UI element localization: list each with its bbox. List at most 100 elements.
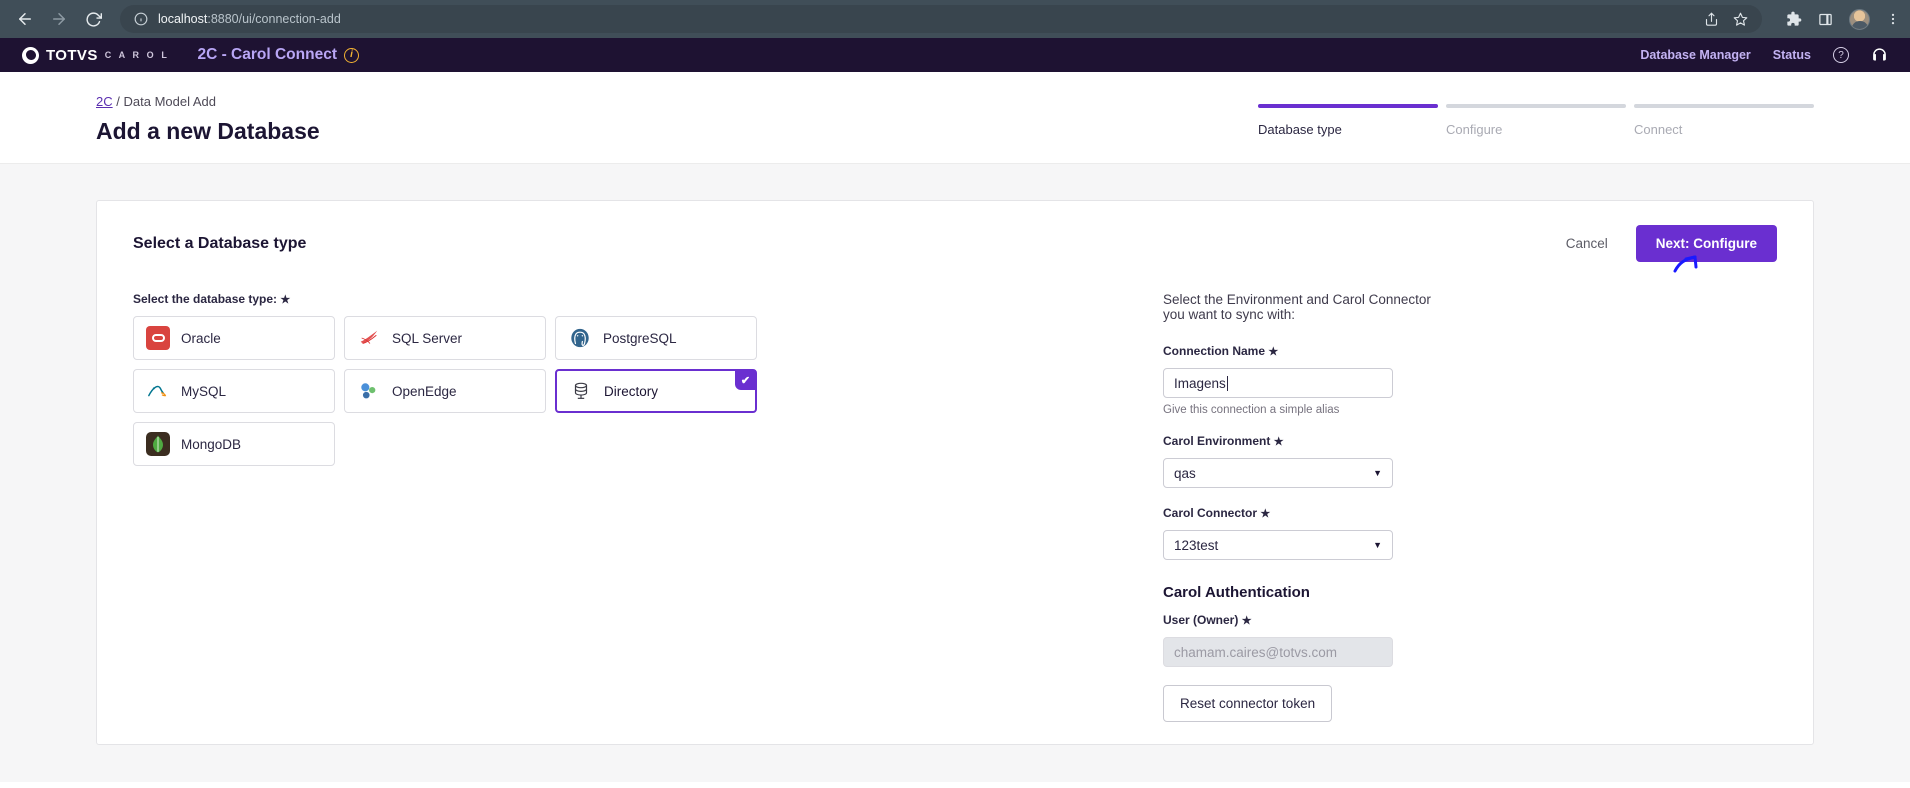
puzzle-icon[interactable] bbox=[1786, 11, 1802, 27]
carol-environment-label: Carol Environment ★ bbox=[1163, 434, 1443, 448]
database-type-card: Select a Database type Cancel Next: Conf… bbox=[96, 200, 1814, 745]
star-icon[interactable] bbox=[1733, 12, 1748, 27]
check-icon: ✔ bbox=[735, 370, 756, 390]
step-database-type[interactable]: Database type bbox=[1258, 104, 1438, 137]
db-tile-directory[interactable]: Directory ✔ bbox=[555, 369, 757, 413]
share-icon[interactable] bbox=[1704, 12, 1719, 27]
db-tile-mongodb[interactable]: MongoDB bbox=[133, 422, 335, 466]
page-head: 2C / Data Model Add Add a new Database D… bbox=[0, 72, 1910, 164]
app-title-text: 2C - Carol Connect bbox=[197, 46, 337, 63]
tile-label: Directory bbox=[604, 383, 659, 399]
connection-name-hint: Give this connection a simple alias bbox=[1163, 404, 1340, 416]
connection-name-label: Connection Name ★ bbox=[1163, 344, 1443, 358]
required-mark: ★ bbox=[1241, 615, 1252, 627]
user-owner-label: User (Owner) ★ bbox=[1163, 613, 1443, 627]
carol-environment-value: qas bbox=[1174, 465, 1196, 481]
step-bar bbox=[1634, 104, 1814, 108]
db-tile-openedge[interactable]: OpenEdge bbox=[344, 369, 546, 413]
reload-icon[interactable] bbox=[78, 4, 108, 34]
mongodb-logo-icon bbox=[146, 432, 170, 456]
form-intro: Select the Environment and Carol Connect… bbox=[1163, 292, 1431, 322]
database-type-label-text: Select the database type: bbox=[133, 292, 278, 306]
user-owner-group: User (Owner) ★ chamam.caires@totvs.com bbox=[1163, 613, 1443, 667]
site-info-icon[interactable] bbox=[134, 12, 148, 26]
chevron-down-icon: ▼ bbox=[1373, 468, 1382, 478]
url-host: localhost bbox=[158, 12, 208, 26]
required-mark: ★ bbox=[1273, 436, 1284, 448]
url-text: localhost:8880/ui/connection-add bbox=[158, 12, 341, 26]
side-panel-icon[interactable] bbox=[1818, 12, 1833, 27]
back-arrow-icon[interactable] bbox=[10, 4, 40, 34]
forward-arrow-icon[interactable] bbox=[44, 4, 74, 34]
breadcrumb: 2C / Data Model Add bbox=[96, 94, 320, 109]
browser-toolbar: localhost:8880/ui/connection-add bbox=[0, 0, 1910, 38]
headset-icon[interactable] bbox=[1871, 47, 1888, 64]
question-mark-icon[interactable]: ? bbox=[1833, 47, 1849, 63]
database-type-label: Select the database type: ★ bbox=[133, 292, 963, 306]
openedge-logo-icon bbox=[357, 379, 381, 403]
breadcrumb-current: Data Model Add bbox=[123, 94, 217, 109]
next-configure-button[interactable]: Next: Configure bbox=[1635, 225, 1777, 262]
info-icon[interactable]: i bbox=[343, 47, 359, 63]
chevron-down-icon: ▼ bbox=[1373, 540, 1382, 550]
cancel-button[interactable]: Cancel bbox=[1560, 235, 1614, 252]
connection-name-value: Imagens bbox=[1174, 375, 1226, 391]
tile-label: OpenEdge bbox=[392, 383, 457, 399]
step-connect[interactable]: Connect bbox=[1634, 104, 1814, 137]
tile-label: MySQL bbox=[181, 383, 227, 399]
oracle-logo-icon bbox=[146, 326, 170, 350]
db-tile-sql-server[interactable]: SQL Server bbox=[344, 316, 546, 360]
app-title: 2C - Carol Connect i bbox=[197, 46, 359, 64]
totvs-mark-icon bbox=[22, 46, 39, 64]
page-body: Select a Database type Cancel Next: Conf… bbox=[0, 164, 1910, 782]
db-tile-oracle[interactable]: Oracle bbox=[133, 316, 335, 360]
tile-label: PostgreSQL bbox=[603, 330, 677, 346]
step-label: Database type bbox=[1258, 122, 1342, 137]
sqlserver-logo-icon bbox=[357, 326, 381, 350]
breadcrumb-separator: / bbox=[116, 94, 120, 109]
avatar[interactable] bbox=[1849, 8, 1870, 30]
directory-logo-icon bbox=[569, 379, 593, 403]
address-bar[interactable]: localhost:8880/ui/connection-add bbox=[120, 5, 1762, 33]
carol-connector-select[interactable]: 123test ▼ bbox=[1163, 530, 1393, 560]
tile-label: SQL Server bbox=[392, 330, 463, 346]
url-path: :8880/ui/connection-add bbox=[207, 12, 341, 26]
mysql-logo-icon bbox=[146, 379, 170, 403]
tile-label: Oracle bbox=[181, 330, 221, 346]
db-tile-mysql[interactable]: MySQL bbox=[133, 369, 335, 413]
card-title: Select a Database type bbox=[133, 234, 307, 252]
stepper: Database type Configure Connect bbox=[1258, 104, 1814, 137]
connection-name-input[interactable]: Imagens bbox=[1163, 368, 1393, 398]
brand-totvs-text: TOTVS bbox=[46, 46, 98, 64]
page-title: Add a new Database bbox=[96, 118, 320, 144]
carol-environment-select[interactable]: qas ▼ bbox=[1163, 458, 1393, 488]
nav-database-manager[interactable]: Database Manager bbox=[1640, 48, 1750, 62]
carol-environment-group: Carol Environment ★ qas ▼ bbox=[1163, 434, 1443, 488]
step-configure[interactable]: Configure bbox=[1446, 104, 1626, 137]
required-mark: ★ bbox=[1260, 508, 1271, 520]
text-caret bbox=[1226, 375, 1228, 391]
breadcrumb-link-2c[interactable]: 2C bbox=[96, 94, 113, 109]
user-owner-value: chamam.caires@totvs.com bbox=[1174, 644, 1337, 660]
three-dot-menu-icon[interactable] bbox=[1886, 12, 1900, 26]
carol-authentication-title: Carol Authentication bbox=[1163, 584, 1310, 601]
step-bar bbox=[1258, 104, 1438, 108]
carol-environment-label-text: Carol Environment bbox=[1163, 434, 1271, 448]
connection-form: Select the Environment and Carol Connect… bbox=[1163, 292, 1443, 722]
tile-label: MongoDB bbox=[181, 436, 242, 452]
db-tile-postgresql[interactable]: PostgreSQL bbox=[555, 316, 757, 360]
reset-connector-token-button[interactable]: Reset connector token bbox=[1163, 685, 1333, 722]
connection-name-label-text: Connection Name bbox=[1163, 344, 1266, 358]
carol-connector-label: Carol Connector ★ bbox=[1163, 506, 1443, 520]
totvs-carol-logo[interactable]: TOTVS C A R O L bbox=[22, 46, 169, 64]
database-type-tiles: Oracle SQL Server PostgreSQL MySQL OpenE… bbox=[133, 316, 963, 466]
user-owner-input: chamam.caires@totvs.com bbox=[1163, 637, 1393, 667]
step-bar bbox=[1446, 104, 1626, 108]
required-mark: ★ bbox=[280, 294, 291, 306]
database-type-selector: Select the database type: ★ Oracle SQL S… bbox=[133, 292, 963, 722]
nav-status[interactable]: Status bbox=[1773, 48, 1811, 62]
user-owner-label-text: User (Owner) bbox=[1163, 613, 1239, 627]
carol-connector-label-text: Carol Connector bbox=[1163, 506, 1258, 520]
step-label: Connect bbox=[1634, 122, 1683, 137]
carol-connector-value: 123test bbox=[1174, 537, 1219, 553]
